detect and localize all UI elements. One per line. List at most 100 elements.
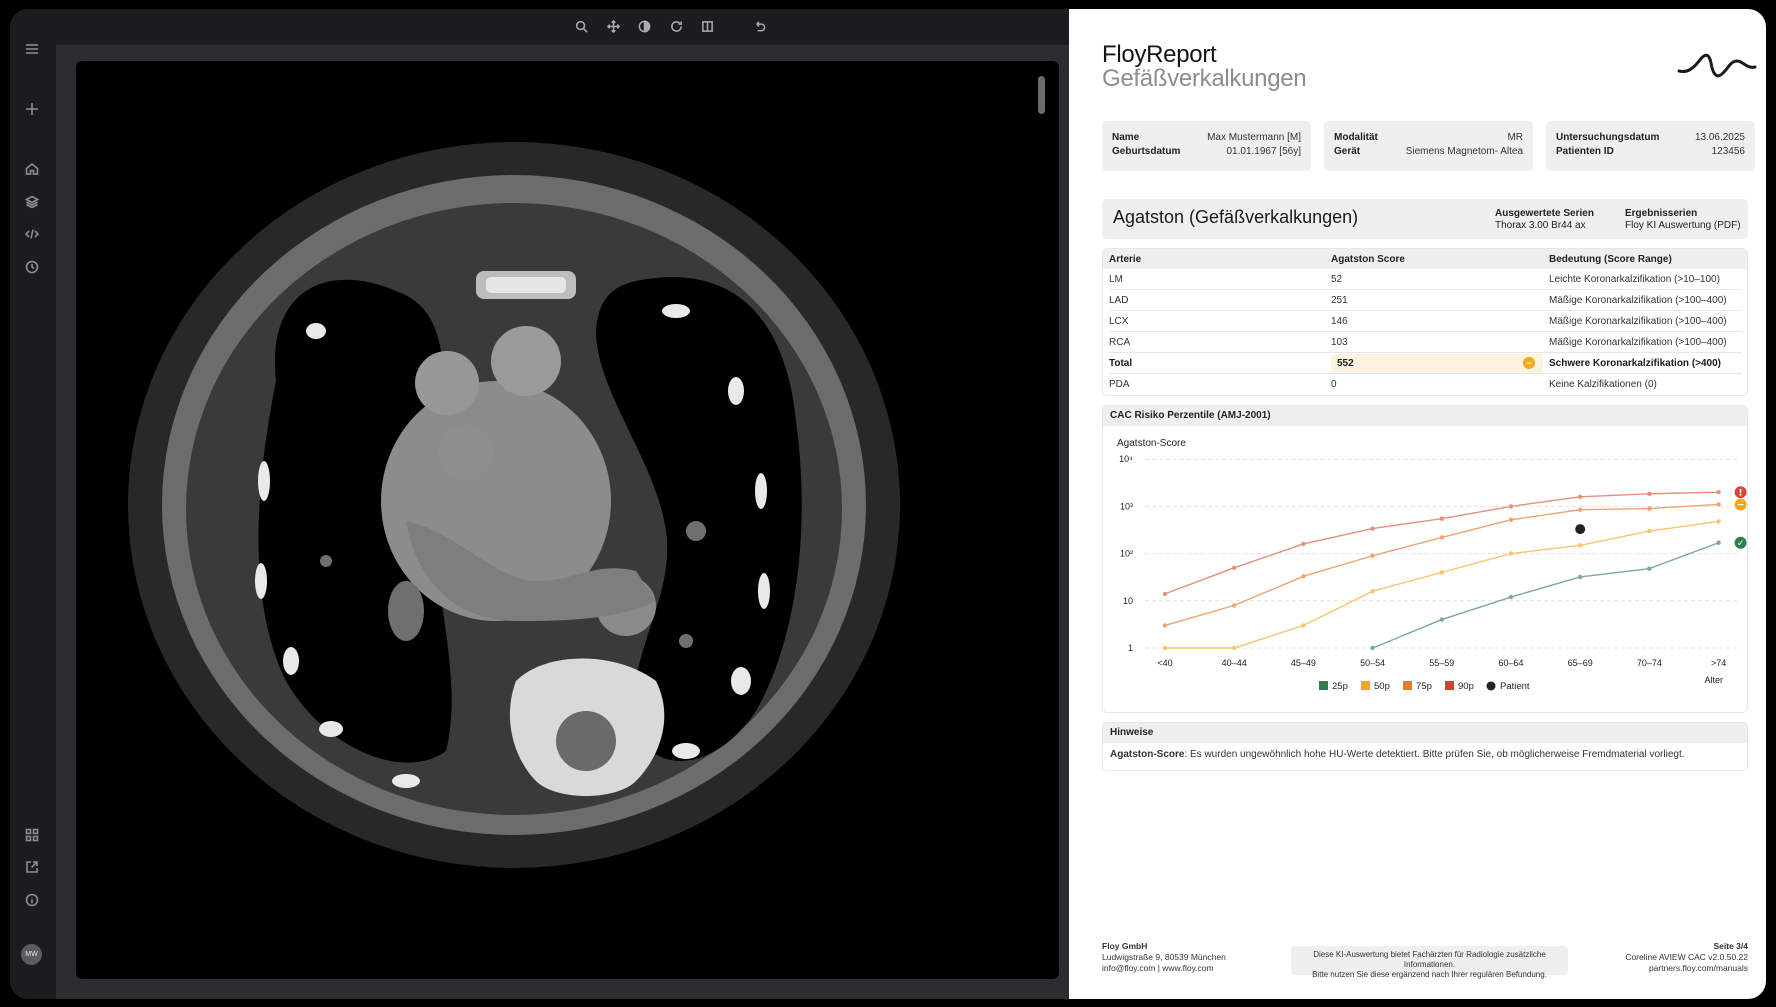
external-link-icon[interactable] — [22, 857, 42, 877]
alert-icon-glyph: ! — [1739, 488, 1743, 498]
viewer-toolbar — [54, 9, 1078, 45]
series-point-75p — [1439, 535, 1444, 540]
cac-percentile-chart-box: CAC Risiko Perzentile (AMJ-2001) Agatsto… — [1102, 405, 1748, 713]
series-point-50p — [1232, 645, 1237, 651]
row-score: 552 — [1337, 358, 1354, 369]
pan-icon[interactable] — [605, 18, 621, 34]
x-tick-label: 40–44 — [1222, 658, 1247, 668]
split-view-icon[interactable] — [699, 18, 715, 34]
legend-swatch-90p — [1445, 681, 1454, 690]
row-meaning: Keine Kalzifikationen (0) — [1549, 379, 1657, 390]
x-tick-label: 55–59 — [1429, 658, 1454, 668]
contrast-icon[interactable] — [636, 18, 652, 34]
device-info-box: Modalität MR Gerät Siemens Magnetom- Altea — [1324, 121, 1533, 171]
notes-title: Hinweise — [1103, 723, 1747, 743]
layers-icon[interactable] — [22, 192, 42, 212]
modality-value: MR — [1507, 132, 1523, 143]
avatar[interactable]: MW — [21, 944, 42, 965]
row-artery: LCX — [1109, 316, 1129, 327]
series-point-25p — [1647, 566, 1652, 571]
series-point-75p — [1647, 506, 1652, 511]
device-frame: MW FloyReport Gefäßverkalkungen Name Max… — [0, 0, 1776, 1007]
series-point-75p — [1162, 623, 1168, 628]
row-score: 0 — [1331, 379, 1337, 390]
notes-key: Agatston-Score — [1110, 749, 1185, 760]
grid-icon[interactable] — [22, 825, 42, 845]
row-score: 251 — [1331, 295, 1348, 306]
series-point-50p — [1578, 543, 1583, 548]
table-row-total: Total 552 − Schwere Koronarkalzifikation… — [1109, 353, 1742, 374]
x-tick-label: 70–74 — [1637, 658, 1662, 668]
info-icon[interactable] — [22, 890, 42, 910]
y-tick-label: 1 — [1128, 643, 1133, 653]
ct-image-viewport[interactable] — [76, 61, 1059, 979]
history-icon[interactable] — [22, 257, 42, 277]
notes-body: Agatston-Score: Es wurden ungewöhnlich h… — [1103, 743, 1747, 766]
series-point-90p — [1162, 591, 1168, 597]
series-point-90p — [1232, 565, 1237, 571]
series-point-50p — [1647, 528, 1652, 534]
header-score: Agatston Score — [1331, 254, 1405, 265]
x-tick-label: <40 — [1157, 658, 1172, 668]
table-row: LAD 251 Mäßige Koronarkalzifikation (>10… — [1109, 290, 1742, 311]
company-address: Ludwigstraße 9, 80539 München — [1102, 952, 1226, 962]
dob-label: Geburtsdatum — [1112, 146, 1181, 157]
series-point-75p — [1301, 574, 1306, 579]
legend-label: 90p — [1458, 681, 1474, 692]
series-point-90p — [1301, 541, 1306, 547]
zoom-icon[interactable] — [573, 18, 589, 34]
manual-link[interactable]: partners.floy.com/manuals — [1625, 963, 1748, 974]
row-artery: LM — [1109, 274, 1123, 285]
minus-icon-glyph: − — [1737, 501, 1745, 511]
check-icon-glyph: ✓ — [1737, 539, 1745, 549]
row-score: 103 — [1331, 337, 1348, 348]
series-point-50p — [1301, 623, 1306, 628]
agatston-score-table: Arterie Agatston Score Bedeutung (Score … — [1102, 248, 1748, 396]
row-score: 146 — [1331, 316, 1348, 327]
y-axis-label: Agatston-Score — [1117, 438, 1186, 449]
disclaimer-line-2: Bitte nutzen Sie diese ergänzend nach Ih… — [1312, 970, 1547, 979]
series-point-90p — [1647, 491, 1652, 496]
rotate-icon[interactable] — [668, 18, 684, 34]
series-point-90p — [1578, 494, 1583, 499]
series-value: Thorax 3.00 Br44 ax — [1495, 220, 1586, 231]
notes-text: : Es wurden ungewöhnlich hohe HU-Werte d… — [1184, 749, 1685, 760]
series-point-50p — [1439, 570, 1444, 575]
series-line-75p — [1164, 503, 1719, 627]
legend-label: 50p — [1374, 681, 1390, 692]
y-tick-label: 10³ — [1120, 501, 1133, 511]
ct-scan-image[interactable] — [76, 61, 1059, 979]
x-tick-label: 60–64 — [1498, 658, 1523, 668]
series-line-25p — [1372, 542, 1719, 649]
x-tick-label: >74 — [1711, 658, 1726, 668]
home-icon[interactable] — [22, 159, 42, 179]
menu-icon[interactable] — [22, 39, 42, 59]
series-point-50p — [1162, 645, 1168, 651]
row-artery: PDA — [1109, 379, 1130, 390]
name-label: Name — [1112, 132, 1140, 143]
plus-icon[interactable] — [22, 99, 42, 119]
series-point-75p — [1370, 553, 1375, 558]
series-point-50p — [1370, 588, 1375, 594]
footer-meta: Seite 3/4 Coreline AVIEW CAC v2.0.50.22 … — [1625, 941, 1748, 974]
disclaimer-line-1: Diese KI-Auswertung bietet Fachärzten fü… — [1313, 950, 1546, 969]
series-point-75p — [1716, 502, 1721, 507]
company-contact[interactable]: info@floy.com | www.floy.com — [1102, 963, 1226, 974]
table-header: Arterie Agatston Score Bedeutung (Score … — [1103, 249, 1747, 269]
modality-label: Modalität — [1334, 132, 1378, 143]
ai-disclaimer: Diese KI-Auswertung bietet Fachärzten fü… — [1291, 946, 1568, 979]
device-value: Siemens Magnetom- Altea — [1405, 146, 1523, 157]
minus-circle-icon: − — [1523, 357, 1535, 369]
undo-icon[interactable] — [751, 18, 767, 34]
legend-label: 75p — [1416, 681, 1432, 692]
company-name: Floy GmbH — [1102, 941, 1148, 951]
series-line-90p — [1164, 491, 1719, 595]
viewport-scrollbar[interactable] — [1038, 76, 1045, 114]
footer-company: Floy GmbH Ludwigstraße 9, 80539 München … — [1102, 941, 1226, 974]
series-point-90p — [1439, 516, 1444, 521]
floy-logo-icon — [1677, 53, 1757, 78]
cac-chart-title: CAC Risiko Perzentile (AMJ-2001) — [1103, 406, 1747, 426]
legend-swatch-patient — [1486, 681, 1496, 691]
series-point-50p — [1508, 551, 1514, 556]
code-icon[interactable] — [22, 224, 42, 244]
